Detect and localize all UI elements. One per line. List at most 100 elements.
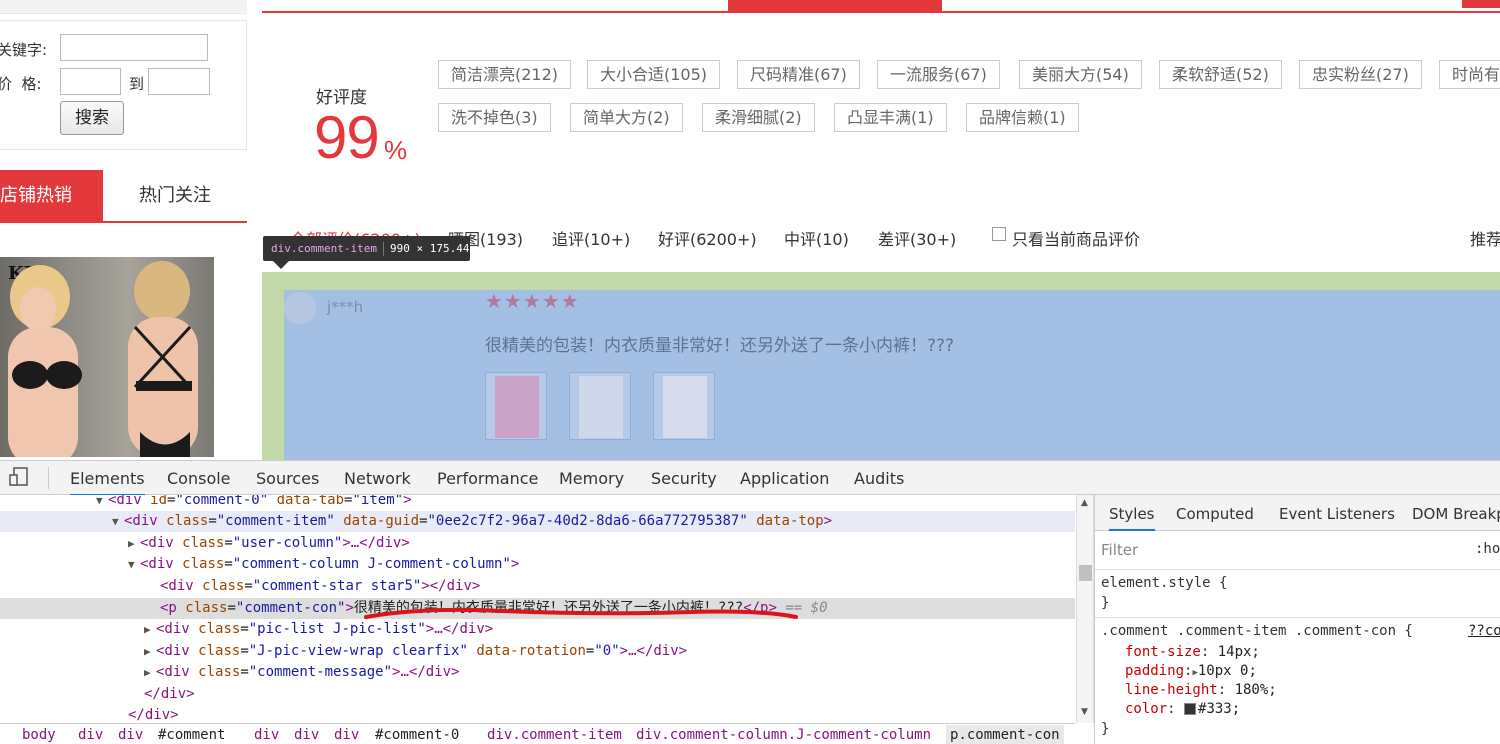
impression-tag[interactable]: 柔滑细腻(2) [702, 103, 815, 132]
tab-sources[interactable]: Sources [256, 469, 319, 488]
filter-good[interactable]: 好评(6200+) [658, 226, 757, 250]
impression-tag[interactable]: 简单大方(2) [570, 103, 683, 132]
tab-network[interactable]: Network [344, 469, 411, 488]
tab-performance[interactable]: Performance [437, 469, 538, 488]
tab-styles[interactable]: Styles [1109, 505, 1155, 531]
scroll-down-icon[interactable]: ▼ [1081, 707, 1088, 717]
keyword-label: 关键字: [0, 41, 48, 59]
collapse-triangle-icon[interactable]: ▼ [128, 554, 140, 575]
color-swatch-icon[interactable] [1184, 703, 1197, 715]
filter-bad[interactable]: 差评(30+) [878, 226, 956, 250]
breadcrumb-item[interactable]: div [294, 727, 319, 743]
tab-memory[interactable]: Memory [559, 469, 624, 488]
expand-triangle-icon[interactable]: ▶ [144, 662, 156, 683]
price-to-label: 到 [129, 75, 145, 93]
impression-tag[interactable]: 简洁漂亮(212) [438, 60, 572, 89]
tab-console[interactable]: Console [167, 469, 231, 488]
impression-tag[interactable]: 尺码精准(67) [737, 60, 860, 89]
css-rule-selector[interactable]: .comment .comment-item .comment-con { [1101, 623, 1413, 639]
styles-filter-input[interactable]: Filter [1101, 537, 1461, 563]
dom-node[interactable]: ▼ <div class="comment-column J-comment-co… [0, 554, 1075, 575]
only-current-label[interactable]: 只看当前商品评价 [1012, 226, 1140, 250]
css-rule-source-link[interactable]: ??co [1468, 623, 1500, 639]
breadcrumb-item[interactable]: div [334, 727, 359, 743]
search-button[interactable]: 搜索 [60, 101, 124, 135]
impression-tag[interactable]: 大小合适(105) [587, 60, 721, 89]
impression-tag[interactable]: 柔软舒适(52) [1159, 60, 1282, 89]
rating-percent-sign: % [384, 135, 408, 165]
breadcrumb: body div div #comment div div div #comme… [0, 723, 1075, 744]
tab-hot-sale[interactable]: 店铺热销 [0, 170, 103, 221]
collapse-triangle-icon[interactable]: ▼ [112, 511, 124, 532]
filter-medium[interactable]: 中评(10) [784, 226, 849, 250]
impression-tag[interactable]: 凸显丰满(1) [834, 103, 947, 132]
element-style-rule[interactable]: element.style { [1101, 575, 1227, 591]
css-property[interactable]: padding:▶10px 0; [1125, 663, 1257, 679]
collapse-triangle-icon[interactable]: ▼ [96, 495, 108, 511]
tab-computed[interactable]: Computed [1176, 505, 1254, 523]
expand-triangle-icon[interactable]: ▶ [128, 533, 140, 554]
dom-node[interactable]: ▶ <div class="comment-message">…</div> [0, 662, 1075, 683]
breadcrumb-item[interactable]: body [22, 727, 56, 743]
breadcrumb-item-current[interactable]: p.comment-con [946, 725, 1064, 744]
css-property[interactable]: font-size: 14px; [1125, 644, 1260, 660]
breadcrumb-item[interactable]: div [78, 727, 103, 743]
css-property[interactable]: color: #333; [1125, 701, 1240, 717]
keyword-input[interactable] [60, 34, 208, 61]
impression-tag[interactable]: 品牌信赖(1) [966, 103, 1079, 132]
tab-hot-follow[interactable]: 热门关注 [103, 170, 247, 221]
expand-triangle-icon[interactable]: ▶ [144, 641, 156, 662]
scroll-thumb[interactable] [1079, 565, 1092, 581]
dom-node-closing[interactable]: </div> [0, 684, 1075, 705]
tooltip-size: 990 × 175.44 [389, 242, 470, 255]
price-min-input[interactable] [60, 68, 121, 95]
sort-recommend[interactable]: 推荐 [1470, 226, 1500, 250]
comment-photo[interactable] [653, 372, 715, 440]
hover-state-toggle[interactable]: :ho [1475, 541, 1500, 557]
breadcrumb-item[interactable]: div.comment-column.J-comment-column [636, 727, 931, 743]
css-property[interactable]: line-height: 180%; [1125, 682, 1277, 698]
tab-event-listeners[interactable]: Event Listeners [1279, 505, 1395, 523]
tab-security[interactable]: Security [651, 469, 717, 488]
dom-node[interactable]: ▶ <div class="J-pic-view-wrap clearfix" d… [0, 641, 1075, 662]
price-max-input[interactable] [148, 68, 210, 95]
product-image[interactable]: KJ [0, 257, 214, 457]
breadcrumb-item[interactable]: div.comment-item [487, 727, 622, 743]
impression-tag[interactable]: 洗不掉色(3) [438, 103, 551, 132]
devtools-panel: Elements Console Sources Network Perform… [0, 460, 1500, 744]
rule-close-brace: } [1101, 721, 1110, 737]
filter-follow-up[interactable]: 追评(10+) [552, 226, 630, 250]
styles-tabs: Styles Computed Event Listeners DOM Brea… [1095, 495, 1500, 531]
only-current-checkbox[interactable] [992, 227, 1006, 241]
breadcrumb-item[interactable]: div [118, 727, 143, 743]
user-avatar[interactable] [284, 292, 316, 324]
dom-tree-scrollbar[interactable]: ▲ ▼ [1076, 495, 1094, 723]
tab-elements[interactable]: Elements [70, 469, 145, 496]
impression-tag[interactable]: 一流服务(67) [877, 60, 1000, 89]
dom-node[interactable]: <div class="comment-star star5"></div> [0, 576, 1075, 597]
top-strip [0, 0, 247, 14]
active-nav-tab[interactable] [728, 0, 942, 13]
top-corner-badge [1462, 0, 1500, 8]
breadcrumb-item[interactable]: #comment-0 [375, 727, 459, 743]
tab-dom-breakpoints[interactable]: DOM Breakp [1412, 505, 1500, 523]
comment-photo[interactable] [485, 372, 547, 440]
dom-node-closing[interactable]: </div> [0, 705, 1075, 723]
devtools-toolbar: Elements Console Sources Network Perform… [0, 461, 1500, 496]
dom-node[interactable]: ▶ <div class="user-column">…</div> [0, 533, 1075, 554]
webpage-viewport: 关键字: 价 格: 到 搜索 店铺热销 热门关注 KJ [0, 0, 1500, 460]
dom-node[interactable]: ▼ <div id="comment-0" data-tab="item"> [0, 495, 1075, 511]
toolbar-divider [48, 467, 49, 489]
impression-tag[interactable]: 忠实粉丝(27) [1299, 60, 1422, 89]
expand-triangle-icon[interactable]: ▶ [144, 619, 156, 640]
scroll-up-icon[interactable]: ▲ [1081, 498, 1088, 508]
breadcrumb-item[interactable]: #comment [158, 727, 225, 743]
device-toolbar-icon[interactable] [8, 467, 30, 487]
comment-photo[interactable] [569, 372, 631, 440]
impression-tag[interactable]: 时尚有 [1439, 60, 1500, 89]
tab-application[interactable]: Application [740, 469, 829, 488]
tab-audits[interactable]: Audits [854, 469, 904, 488]
breadcrumb-item[interactable]: div [254, 727, 279, 743]
impression-tag[interactable]: 美丽大方(54) [1019, 60, 1142, 89]
dom-node-selected[interactable]: ▼ <div class="comment-item" data-guid="0e… [0, 511, 1075, 532]
